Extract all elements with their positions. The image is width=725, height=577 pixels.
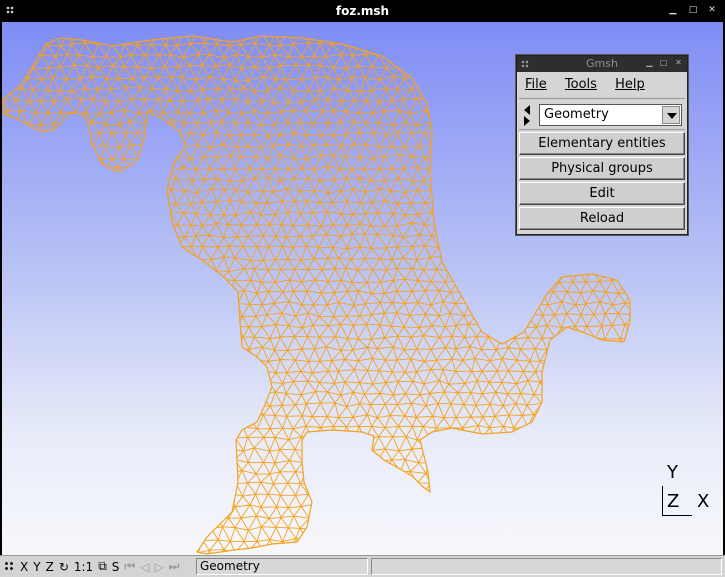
view-x-button[interactable]: X xyxy=(20,560,28,574)
window-titlebar: foz.msh ▁ □ ✕ xyxy=(0,0,725,22)
reload-button[interactable]: Reload xyxy=(519,207,685,230)
module-nav-arrows[interactable] xyxy=(524,105,532,126)
panel-minimize-icon[interactable]: ▁ xyxy=(645,58,654,68)
next-module-icon[interactable] xyxy=(524,116,530,126)
snapshot-button[interactable]: S xyxy=(112,560,120,574)
prev-step-icon[interactable]: ◁ xyxy=(140,560,149,574)
chevron-down-icon[interactable] xyxy=(662,106,680,124)
play-icon[interactable]: ▷ xyxy=(154,560,163,574)
status-message-secondary xyxy=(371,558,722,575)
axis-z-label: Z xyxy=(667,491,680,512)
maximize-icon[interactable]: □ xyxy=(688,5,698,15)
axis-x-label: X xyxy=(697,491,710,512)
gmsh-menubar: File Tools Help xyxy=(517,72,687,98)
gmsh-panel: Gmsh ▁ □ ✕ File Tools Help Geometry Elem… xyxy=(516,55,688,235)
view-z-button[interactable]: Z xyxy=(46,560,54,574)
menu-help[interactable]: Help xyxy=(615,77,645,92)
view-y-button[interactable]: Y xyxy=(33,560,40,574)
module-select[interactable]: Geometry xyxy=(539,104,682,126)
elementary-entities-button[interactable]: Elementary entities xyxy=(519,132,685,155)
axis-y-label: Y xyxy=(667,462,678,483)
prev-module-icon[interactable] xyxy=(524,105,530,115)
menu-tools[interactable]: Tools xyxy=(565,77,597,92)
statusbar: X Y Z ↻ 1:1 ⧉ S ⏮ ◁ ▷ ⏭ Geometry xyxy=(0,555,725,577)
module-row: Geometry xyxy=(519,98,685,130)
close-icon[interactable]: ✕ xyxy=(707,5,717,15)
rotate-icon[interactable]: ↻ xyxy=(59,560,69,574)
axis-y-line xyxy=(662,486,663,516)
physical-groups-button[interactable]: Physical groups xyxy=(519,157,685,180)
panel-close-icon[interactable]: ✕ xyxy=(674,58,683,68)
axis-x-line xyxy=(662,515,692,516)
last-step-icon[interactable]: ⏭ xyxy=(169,559,180,574)
window-title: foz.msh xyxy=(335,4,390,18)
edit-button[interactable]: Edit xyxy=(519,182,685,205)
projection-icon[interactable] xyxy=(4,561,15,572)
gmsh-panel-titlebar: Gmsh ▁ □ ✕ xyxy=(517,56,687,72)
minimize-icon[interactable]: ▁ xyxy=(668,5,678,15)
panel-maximize-icon[interactable]: □ xyxy=(659,58,668,68)
cube-icon[interactable]: ⧉ xyxy=(98,559,107,574)
scale-one-button[interactable]: 1:1 xyxy=(74,560,93,574)
menu-file[interactable]: File xyxy=(525,77,547,92)
view-toolbar: X Y Z ↻ 1:1 ⧉ S ⏮ ◁ ▷ ⏭ xyxy=(4,559,179,574)
status-message: Geometry xyxy=(196,558,368,575)
first-step-icon[interactable]: ⏮ xyxy=(124,559,135,574)
module-select-value: Geometry xyxy=(544,107,609,122)
